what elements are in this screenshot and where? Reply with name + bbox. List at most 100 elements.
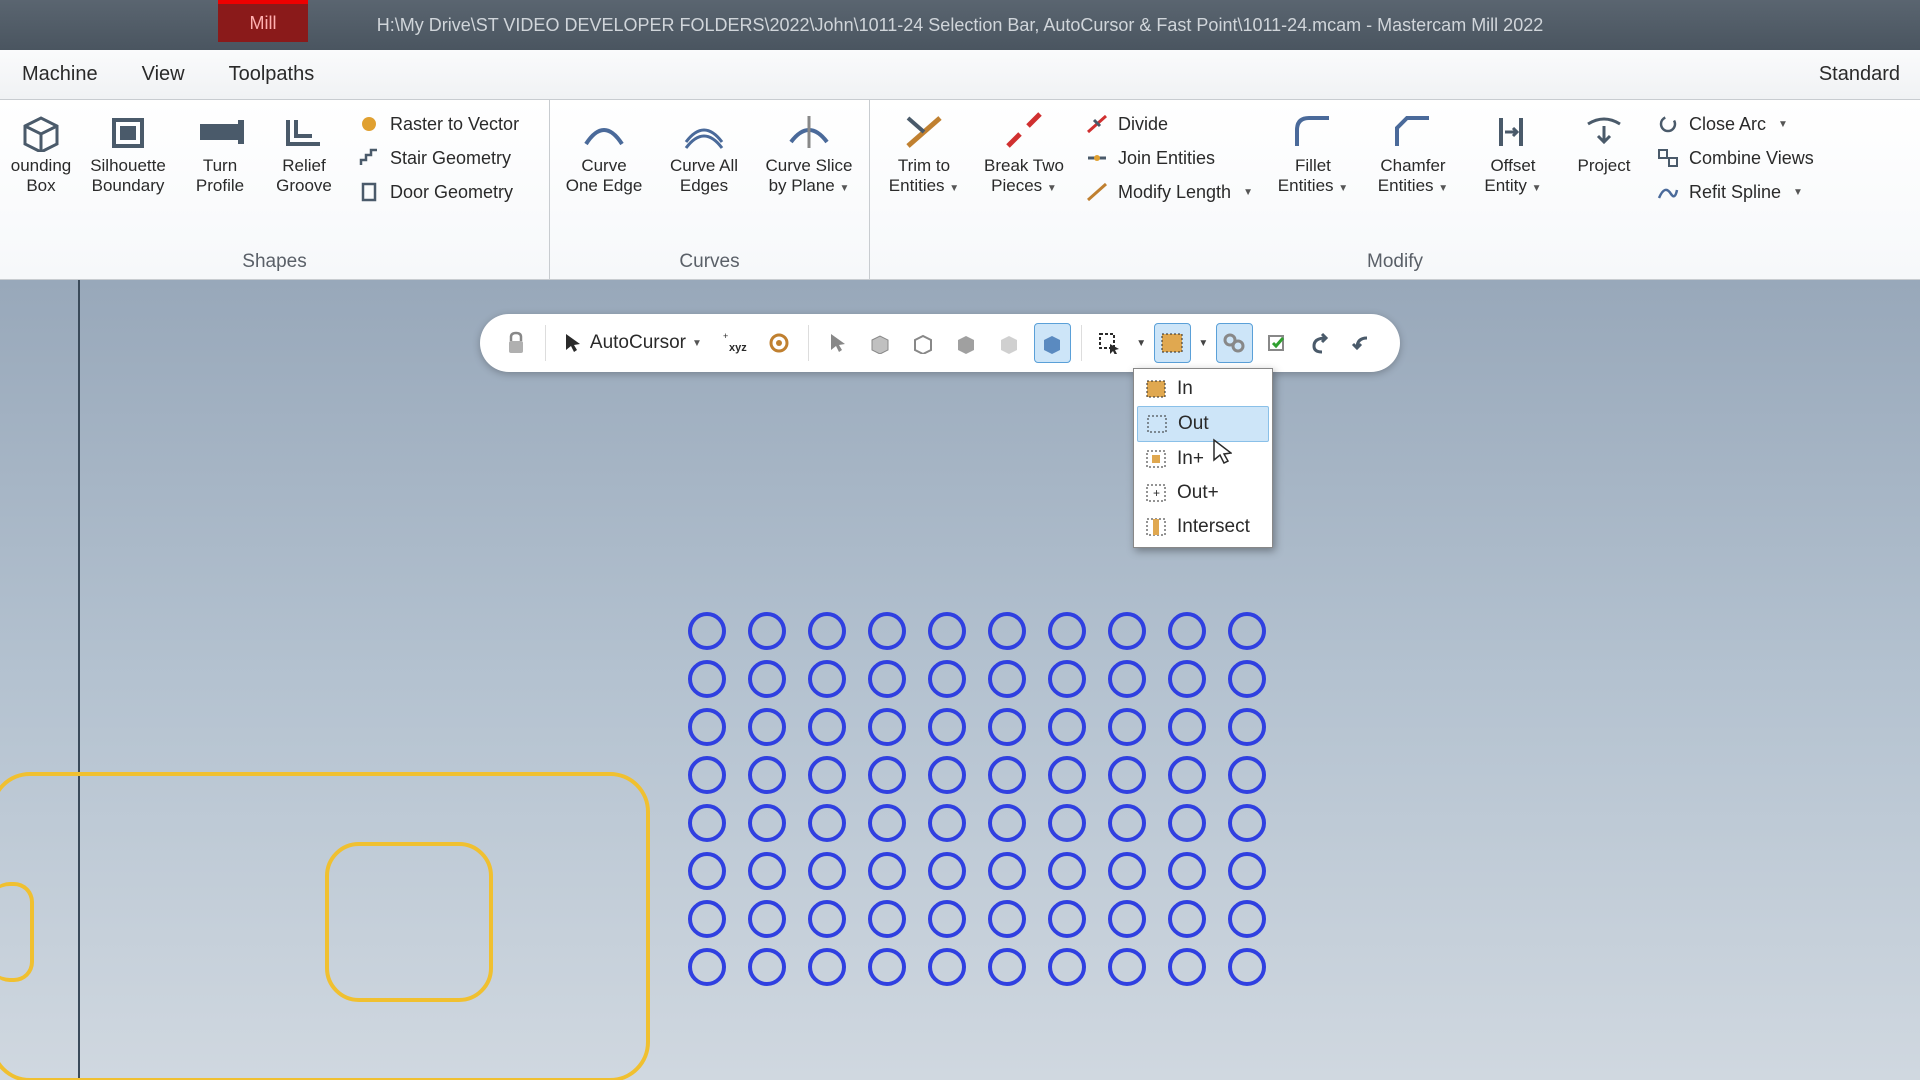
- door-geometry-button[interactable]: Door Geometry: [352, 178, 523, 206]
- circle[interactable]: [688, 708, 726, 746]
- circle[interactable]: [748, 948, 786, 986]
- circle[interactable]: [808, 708, 846, 746]
- project-button[interactable]: Project: [1569, 106, 1639, 176]
- circle[interactable]: [868, 852, 906, 890]
- circle[interactable]: [988, 660, 1026, 698]
- modify-length-button[interactable]: Modify Length ▼: [1080, 178, 1257, 206]
- circle[interactable]: [1108, 852, 1146, 890]
- circle[interactable]: [988, 852, 1026, 890]
- circle[interactable]: [868, 804, 906, 842]
- chamfer-entities-button[interactable]: Chamfer Entities ▼: [1369, 106, 1457, 195]
- refit-spline-button[interactable]: Refit Spline ▼: [1651, 178, 1818, 206]
- circle[interactable]: [928, 660, 966, 698]
- divide-button[interactable]: Divide: [1080, 110, 1257, 138]
- circle[interactable]: [688, 756, 726, 794]
- circle[interactable]: [1228, 852, 1266, 890]
- circle[interactable]: [748, 660, 786, 698]
- viewport[interactable]: AutoCursor ▼ +xyz ▼: [0, 280, 1920, 1080]
- raster-to-vector-button[interactable]: Raster to Vector: [352, 110, 523, 138]
- circle[interactable]: [1228, 948, 1266, 986]
- circle[interactable]: [928, 708, 966, 746]
- menu-view[interactable]: View: [120, 50, 207, 99]
- circle[interactable]: [988, 612, 1026, 650]
- circle[interactable]: [808, 948, 846, 986]
- circle[interactable]: [1228, 900, 1266, 938]
- relief-groove-button[interactable]: Relief Groove: [268, 106, 340, 195]
- circle[interactable]: [868, 660, 906, 698]
- circle[interactable]: [1228, 804, 1266, 842]
- fillet-entities-button[interactable]: Fillet Entities ▼: [1269, 106, 1357, 195]
- circle[interactable]: [748, 852, 786, 890]
- circle[interactable]: [988, 900, 1026, 938]
- trim-to-entities-button[interactable]: Trim to Entities ▼: [880, 106, 968, 195]
- circle[interactable]: [928, 756, 966, 794]
- circle[interactable]: [868, 756, 906, 794]
- silhouette-boundary-button[interactable]: Silhouette Boundary: [84, 106, 172, 195]
- circle[interactable]: [1108, 804, 1146, 842]
- workspace-label[interactable]: Standard: [1819, 63, 1900, 86]
- break-two-pieces-button[interactable]: Break Two Pieces ▼: [980, 106, 1068, 195]
- circle[interactable]: [1228, 612, 1266, 650]
- circle[interactable]: [808, 852, 846, 890]
- circle[interactable]: [1048, 852, 1086, 890]
- circle[interactable]: [1168, 948, 1206, 986]
- circle[interactable]: [688, 804, 726, 842]
- circle[interactable]: [928, 900, 966, 938]
- circle[interactable]: [1108, 948, 1146, 986]
- circle[interactable]: [988, 756, 1026, 794]
- yellow-rect-inner[interactable]: [325, 842, 493, 1002]
- circle[interactable]: [748, 612, 786, 650]
- circle[interactable]: [1108, 660, 1146, 698]
- circle[interactable]: [808, 900, 846, 938]
- bounding-box-button[interactable]: ounding Box: [10, 106, 72, 195]
- curve-slice-button[interactable]: Curve Slice by Plane ▼: [760, 106, 858, 195]
- circle[interactable]: [1048, 612, 1086, 650]
- circle[interactable]: [1228, 708, 1266, 746]
- circle[interactable]: [988, 708, 1026, 746]
- circle[interactable]: [1108, 708, 1146, 746]
- circle[interactable]: [1168, 804, 1206, 842]
- circle[interactable]: [1228, 756, 1266, 794]
- turn-profile-button[interactable]: Turn Profile: [184, 106, 256, 195]
- circle[interactable]: [1048, 708, 1086, 746]
- circle[interactable]: [928, 948, 966, 986]
- circle[interactable]: [1168, 660, 1206, 698]
- context-tab-mill[interactable]: Mill: [218, 0, 308, 42]
- circle[interactable]: [868, 612, 906, 650]
- circle[interactable]: [1048, 660, 1086, 698]
- circle[interactable]: [1228, 660, 1266, 698]
- circle[interactable]: [1048, 948, 1086, 986]
- circle[interactable]: [1048, 900, 1086, 938]
- offset-entity-button[interactable]: Offset Entity ▼: [1469, 106, 1557, 195]
- circle[interactable]: [868, 900, 906, 938]
- circle[interactable]: [1168, 852, 1206, 890]
- circle[interactable]: [868, 948, 906, 986]
- combine-views-button[interactable]: Combine Views: [1651, 144, 1818, 172]
- circle[interactable]: [688, 948, 726, 986]
- circle[interactable]: [868, 708, 906, 746]
- circle[interactable]: [1108, 756, 1146, 794]
- circle[interactable]: [688, 612, 726, 650]
- circle[interactable]: [988, 804, 1026, 842]
- circle[interactable]: [808, 804, 846, 842]
- circle[interactable]: [748, 804, 786, 842]
- menu-toolpaths[interactable]: Toolpaths: [207, 50, 337, 99]
- join-entities-button[interactable]: Join Entities: [1080, 144, 1257, 172]
- circle[interactable]: [1168, 756, 1206, 794]
- stair-geometry-button[interactable]: Stair Geometry: [352, 144, 523, 172]
- circle[interactable]: [1168, 900, 1206, 938]
- circle[interactable]: [1048, 804, 1086, 842]
- circle[interactable]: [1168, 612, 1206, 650]
- circle[interactable]: [1108, 900, 1146, 938]
- yellow-rect-left[interactable]: [0, 882, 34, 982]
- menu-machine[interactable]: Machine: [0, 50, 120, 99]
- circle[interactable]: [748, 708, 786, 746]
- circle[interactable]: [1048, 756, 1086, 794]
- circle[interactable]: [748, 756, 786, 794]
- close-arc-button[interactable]: Close Arc ▼: [1651, 110, 1818, 138]
- curve-all-edges-button[interactable]: Curve All Edges: [660, 106, 748, 195]
- circle[interactable]: [928, 852, 966, 890]
- circle[interactable]: [688, 852, 726, 890]
- circle[interactable]: [688, 900, 726, 938]
- circle[interactable]: [928, 804, 966, 842]
